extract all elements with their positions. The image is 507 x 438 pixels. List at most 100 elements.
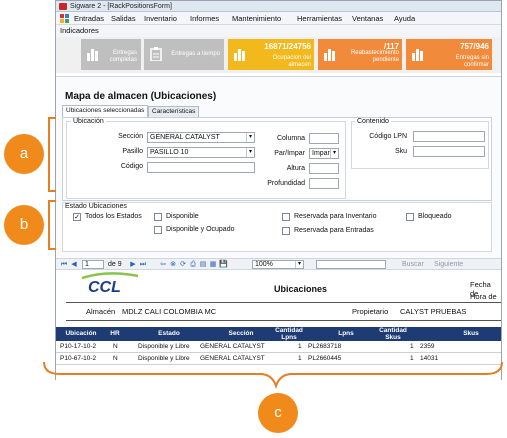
refresh-icon[interactable]: ⟳ bbox=[179, 261, 187, 269]
profundidad-input[interactable] bbox=[309, 178, 339, 189]
disponible-ocupado-checkbox[interactable] bbox=[154, 226, 162, 234]
profundidad-label: Profundidad bbox=[267, 180, 305, 187]
tile-reabastecimiento[interactable]: /117 Reabastecimiento pendiente bbox=[318, 39, 402, 70]
indicator-tiles: Entregas completas Entregas a tiempo 168… bbox=[56, 37, 501, 73]
seccion-label: Sección bbox=[118, 133, 143, 140]
columna-label: Columna bbox=[276, 135, 305, 142]
pasillo-select[interactable]: PASILLO 10 ▾ bbox=[147, 147, 255, 158]
cell-cantidad-skus: 1 bbox=[410, 343, 414, 350]
sku-label: Sku bbox=[394, 148, 407, 155]
altura-input[interactable] bbox=[309, 163, 339, 174]
menu-ayuda[interactable]: Ayuda bbox=[394, 12, 415, 25]
codigo-input[interactable] bbox=[147, 162, 255, 173]
main-content: Mapa de almacen (Ubicaciones) Ubicacione… bbox=[56, 76, 501, 382]
divider bbox=[66, 302, 501, 303]
print-layout-icon[interactable]: ▤ bbox=[199, 261, 207, 269]
back-icon[interactable]: ⇦ bbox=[159, 261, 167, 269]
bracket-c bbox=[43, 361, 503, 390]
prev-page-icon[interactable]: ◀ bbox=[70, 261, 78, 269]
indicators-heading: Indicadores bbox=[56, 25, 501, 37]
table-row[interactable]: P10-17-10-2 N Disponible y Libre GENERAL… bbox=[56, 341, 501, 353]
lpn-input[interactable] bbox=[413, 131, 485, 142]
parimpar-select[interactable]: Impar ▾ bbox=[309, 148, 339, 159]
page-setup-icon[interactable]: ▦ bbox=[209, 261, 217, 269]
tile-entregas-completas[interactable]: Entregas completas bbox=[81, 39, 141, 70]
col-cantidad-lpns: Cantidad Lpns bbox=[275, 327, 303, 341]
app-menu-icon[interactable] bbox=[60, 14, 69, 23]
bar-chart-icon bbox=[234, 49, 245, 61]
ubicacion-title: Ubicación bbox=[71, 118, 106, 125]
callout-c: c bbox=[258, 393, 298, 433]
disponible-ocupado-label: Disponible y Ocupado bbox=[166, 226, 235, 233]
bracket-b bbox=[48, 200, 56, 250]
find-button[interactable]: Buscar bbox=[402, 260, 424, 269]
menu-salidas[interactable]: Salidas bbox=[111, 12, 136, 25]
col-ubicacion: Ubicación bbox=[65, 330, 97, 337]
cell-estado: Disponible y Libre bbox=[138, 343, 190, 350]
export-icon[interactable]: 💾 bbox=[219, 261, 228, 269]
menu-ventanas[interactable]: Ventanas bbox=[352, 12, 383, 25]
cell-hr: N bbox=[113, 343, 118, 350]
tab-caracteristicas[interactable]: Características bbox=[148, 106, 200, 117]
almacen-value: MDLZ CALI COLOMBIA MC bbox=[122, 307, 217, 316]
tab-ubicaciones-seleccionadas[interactable]: Ubicaciones seleccionadas bbox=[62, 105, 149, 117]
last-page-icon[interactable]: ⏭ bbox=[139, 261, 147, 269]
reservada-inventario-checkbox[interactable] bbox=[282, 213, 290, 221]
first-page-icon[interactable]: ⏮ bbox=[60, 261, 68, 269]
bracket-a bbox=[48, 117, 56, 192]
parimpar-value: Impar bbox=[312, 150, 330, 157]
contenido-group bbox=[351, 121, 489, 169]
menu-mantenimiento[interactable]: Mantenimiento bbox=[232, 12, 281, 25]
col-hr: HR bbox=[110, 330, 120, 337]
page-count: de 9 bbox=[108, 261, 122, 268]
tile-label: Ocupacion del almacen bbox=[272, 55, 311, 68]
col-seccion: Sección bbox=[228, 330, 254, 337]
todos-estados-checkbox[interactable]: ✓ bbox=[73, 213, 81, 221]
find-input[interactable] bbox=[316, 260, 386, 269]
next-page-icon[interactable]: ▶ bbox=[129, 261, 137, 269]
next-match-button[interactable]: Siguiente bbox=[434, 260, 463, 269]
menu-inventario[interactable]: Inventario bbox=[144, 12, 177, 25]
zoom-select[interactable]: 100% ▾ bbox=[252, 260, 304, 269]
chevron-down-icon: ▾ bbox=[330, 149, 338, 158]
title-bar: Sigware 2 - [RackPositionsForm] bbox=[56, 1, 501, 12]
print-icon[interactable]: ⎙ bbox=[189, 261, 197, 269]
reservada-entradas-checkbox[interactable] bbox=[282, 227, 290, 235]
col-cantidad-skus: Cantidad Skus bbox=[379, 327, 407, 341]
bar-chart-icon bbox=[412, 49, 423, 61]
clipboard-icon bbox=[150, 47, 162, 61]
tile-entregas-sin-confirmar[interactable]: 757/946 Entregas sin confirmar bbox=[406, 39, 492, 70]
page-title: Mapa de almacen (Ubicaciones) bbox=[65, 91, 217, 102]
tile-label: Entregas completas bbox=[109, 50, 137, 63]
tile-entregas-a-tiempo[interactable]: Entregas a tiempo bbox=[144, 39, 224, 70]
menu-informes[interactable]: Informes bbox=[190, 12, 219, 25]
contenido-title: Contenido bbox=[355, 118, 391, 125]
disponible-label: Disponible bbox=[166, 213, 199, 220]
window-title: Sigware 2 - [RackPositionsForm] bbox=[70, 3, 172, 10]
page-number-input[interactable]: 1 bbox=[82, 260, 104, 269]
hora-label: Hora de bbox=[470, 292, 497, 301]
columna-input[interactable] bbox=[309, 133, 339, 144]
pasillo-value: PASILLO 10 bbox=[150, 149, 189, 156]
sku-input[interactable] bbox=[413, 146, 485, 157]
app-logo-icon bbox=[59, 3, 67, 10]
report-toolbar: ⏮ ◀ 1 de 9 ▶ ⏭ ⇦ ⊗ ⟳ ⎙ ▤ ▦ 💾 100% ▾ Busc… bbox=[56, 258, 501, 270]
stop-icon[interactable]: ⊗ bbox=[169, 261, 177, 269]
bloqueado-checkbox[interactable] bbox=[406, 213, 414, 221]
tile-ocupacion-almacen[interactable]: 16871/24756 Ocupacion del almacen bbox=[228, 39, 314, 70]
seccion-select[interactable]: GENERAL CATALYST ▾ bbox=[147, 132, 255, 143]
reservada-entradas-label: Reservada para Entradas bbox=[294, 227, 374, 234]
menu-entradas[interactable]: Entradas bbox=[74, 12, 104, 25]
chevron-down-icon: ▾ bbox=[246, 148, 254, 157]
ccl-logo: CCL bbox=[81, 272, 139, 294]
reservada-inventario-label: Reservada para Inventario bbox=[294, 213, 377, 220]
tile-label: Entregas sin confirmar bbox=[455, 55, 489, 68]
menu-bar: Entradas Salidas Inventario Informes Man… bbox=[56, 12, 501, 25]
menu-herramientas[interactable]: Herramientas bbox=[297, 12, 342, 25]
disponible-checkbox[interactable] bbox=[154, 213, 162, 221]
estado-title: Estado Ubicaciones bbox=[65, 203, 127, 210]
tile-label: Entregas a tiempo bbox=[171, 51, 220, 57]
chevron-down-icon: ▾ bbox=[295, 261, 303, 268]
cell-ubicacion: P10-17-10-2 bbox=[60, 343, 97, 350]
divider bbox=[66, 320, 501, 321]
